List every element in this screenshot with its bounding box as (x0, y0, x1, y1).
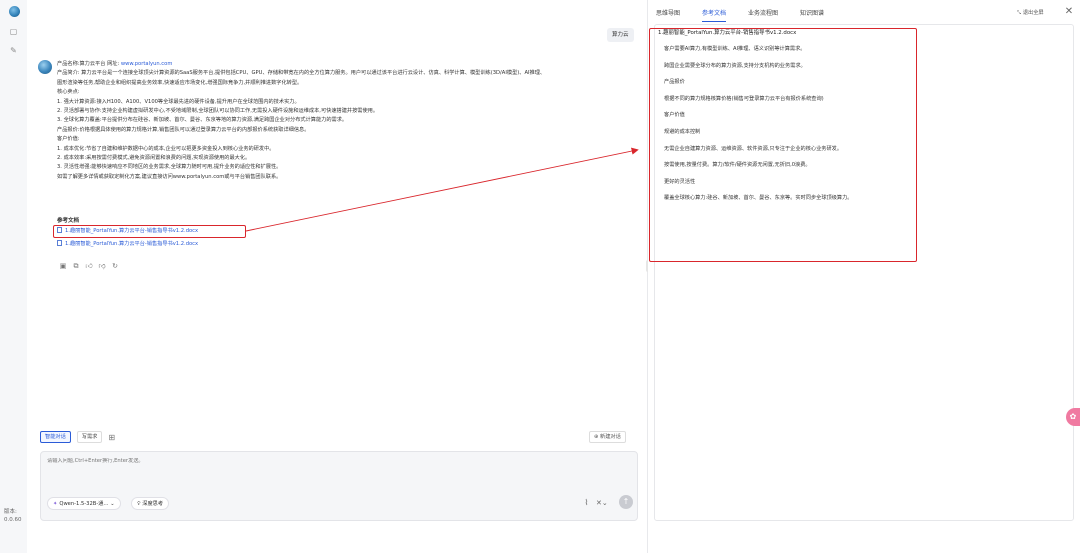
version-info: 版本: 0.0.60 (4, 508, 22, 524)
doc-icon (57, 240, 62, 246)
annotation-highlight-ref (53, 225, 246, 238)
answer-line: 产品简介: 算力云平台是一个连接全球顶尖计算资源的SaaS服务平台,提供包括CP… (57, 69, 647, 78)
refs-title: 参考文档 (57, 218, 80, 224)
answer-line: 核心卖点: (57, 88, 647, 97)
mode-row: 智能对话 写需求 ⊞ (40, 431, 117, 443)
version-value: 0.0.60 (4, 517, 22, 523)
composer: ✦Qwen-1.5-32B-通… ⌄ 💡︎ 深度思考 ⌇ ✕⌄ ↑ (40, 451, 638, 521)
answer-line: 2. 灵活部署与协作:支持企业构建虚拟研发中心,不受地域限制,全球团队可以协同工… (57, 107, 647, 116)
exit-fullscreen-icon: ⤡ (1017, 10, 1022, 16)
thumbs-up-icon[interactable]: 👍︎ (85, 262, 93, 270)
reference-doc-2-label: 1.趣丽智能_PortalYun.算力云平台-销售指导书v1.2.docx (65, 241, 199, 247)
assistant-answer: 产品名称:算力云平台 网址: www.portalyun.com 产品简介: 算力… (57, 60, 647, 182)
answer-line-text: 图形渲染等任务,帮助企业和组织提高业务效率,快速适应市场变化,增强国际竞争力,并… (57, 79, 303, 86)
chat-area: 算力云 产品名称:算力云平台 网址: www.portalyun.com 产品简介… (27, 0, 647, 553)
website-link[interactable]: www.portalyun.com (121, 61, 173, 67)
panel-tabs: 思维导图 参考文档 业务流程图 知识图谱 (656, 9, 824, 22)
answer-line-text: 3. 全球化算力覆盖:平台提供分布在硅谷、新加坡、首尔、曼谷、东京等地的算力资源… (57, 117, 348, 124)
answer-line-text: 产品名称:算力云平台 网址: (57, 61, 121, 67)
duplicate-icon[interactable]: ⧉ (72, 262, 80, 270)
model-icon: ✦ (53, 501, 58, 507)
annotation-highlight-doc (649, 28, 917, 262)
answer-line: 如需了解更多详情或获取定制化方案,建议直接访问www.portalyun.com… (57, 173, 647, 182)
answer-line: 图形渲染等任务,帮助企业和组织提高业务效率,快速适应市场变化,增强国际竞争力,并… (57, 79, 647, 88)
tab-reference-docs[interactable]: 参考文档 (702, 9, 727, 22)
tab-process-flow[interactable]: 业务流程图 (748, 9, 778, 19)
grid-icon[interactable]: ⊞ (108, 433, 117, 442)
answer-line-text: 1. 强大计算资源:接入H100、A100、V100等全球最先进的硬件设备,提升… (57, 98, 300, 105)
exit-fullscreen-button[interactable]: ⤡ 退出全屏 (1017, 9, 1044, 18)
new-chat-label: 新建对话 (600, 434, 621, 440)
answer-line-text: 产品报价:价格根据具体使用的算力规格计算,销售团队可以通过登录算力云平台的内部报… (57, 126, 310, 133)
new-chat-button[interactable]: ⊕ 新建对话 (589, 431, 626, 443)
chevron-down-icon: ⌄ (110, 501, 115, 507)
answer-line-text: 客户价值: (57, 136, 80, 143)
deep-think-toggle[interactable]: 💡︎ 深度思考 (131, 497, 170, 510)
message-input[interactable] (47, 458, 347, 464)
attach-icon[interactable]: ⌇ (582, 498, 591, 508)
answer-line: 产品报价:价格根据具体使用的算力规格计算,销售团队可以通过登录算力云平台的内部报… (57, 126, 647, 135)
answer-line: 客户价值: (57, 135, 647, 144)
floating-assistant-button[interactable]: ✿ (1066, 408, 1080, 426)
lightbulb-icon: 💡︎ (137, 501, 141, 507)
copy-icon[interactable]: ▣ (59, 262, 67, 270)
refresh-icon[interactable]: ↻ (111, 262, 119, 270)
document-icon[interactable]: ▢ (9, 27, 18, 36)
mode-smart-chat[interactable]: 智能对话 (40, 431, 71, 443)
answer-line-text: 3. 灵活性增强:能够快速响应不同地区的业务需求,全球算力随时可用,提升业务的适… (57, 164, 282, 171)
edit-icon[interactable]: ✎ (9, 46, 18, 55)
answer-line: 产品名称:算力云平台 网址: www.portalyun.com (57, 60, 647, 69)
mode-write-requirement[interactable]: 写需求 (76, 431, 103, 443)
answer-line: 1. 成本优化:节省了自建和维护数据中心的成本,企业可以把更多资金投入到核心业务… (57, 145, 647, 154)
answer-line-text: 如需了解更多详情或获取定制化方案,建议直接访问www.portalyun.com… (57, 173, 282, 180)
reference-doc-2[interactable]: 1.趣丽智能_PortalYun.算力云平台-销售指导书v1.2.docx (57, 240, 198, 249)
tab-knowledge-graph[interactable]: 知识图谱 (800, 9, 824, 19)
answer-actions: ▣ ⧉ 👍︎ 👎︎ ↻ (59, 262, 119, 271)
version-label: 版本: (4, 509, 17, 515)
assistant-avatar (38, 60, 52, 74)
user-message: 算力云 (607, 28, 634, 42)
answer-line: 3. 全球化算力覆盖:平台提供分布在硅谷、新加坡、首尔、曼谷、东京等地的算力资源… (57, 116, 647, 125)
model-name: Qwen-1.5-32B-通… (59, 501, 109, 507)
exit-fullscreen-label: 退出全屏 (1022, 10, 1044, 16)
answer-line-text: 2. 成本效率:采用按需付费模式,避免资源闲置和浪费的问题,实现资源使用的最大化… (57, 155, 251, 162)
answer-line: 3. 灵活性增强:能够快速响应不同地区的业务需求,全球算力随时可用,提升业务的适… (57, 163, 647, 172)
send-button[interactable]: ↑ (619, 495, 633, 509)
close-icon[interactable]: ✕ (1063, 6, 1075, 18)
tab-mindmap[interactable]: 思维导图 (656, 9, 680, 19)
answer-line-text: 产品简介: 算力云平台是一个连接全球顶尖计算资源的SaaS服务平台,提供包括CP… (57, 70, 546, 77)
answer-line-text: 核心卖点: (57, 89, 80, 96)
thumbs-down-icon[interactable]: 👎︎ (98, 262, 106, 270)
answer-line-text: 2. 灵活部署与协作:支持企业构建虚拟研发中心,不受地域限制,全球团队可以协同工… (57, 108, 379, 115)
answer-line-text: 1. 成本优化:节省了自建和维护数据中心的成本,企业可以把更多资金投入到核心业务… (57, 145, 275, 152)
answer-line: 2. 成本效率:采用按需付费模式,避免资源闲置和浪费的问题,实现资源使用的最大化… (57, 154, 647, 163)
answer-line: 1. 强大计算资源:接入H100、A100、V100等全球最先进的硬件设备,提升… (57, 98, 647, 107)
deep-think-label: 深度思考 (142, 501, 164, 507)
model-selector[interactable]: ✦ Qwen-1.5-32B-通… ⌄ (47, 497, 121, 510)
left-rail: ▢ ✎ 版本: 0.0.60 (0, 0, 27, 553)
user-avatar[interactable] (9, 6, 20, 17)
tools-icon[interactable]: ✕⌄ (596, 498, 610, 508)
